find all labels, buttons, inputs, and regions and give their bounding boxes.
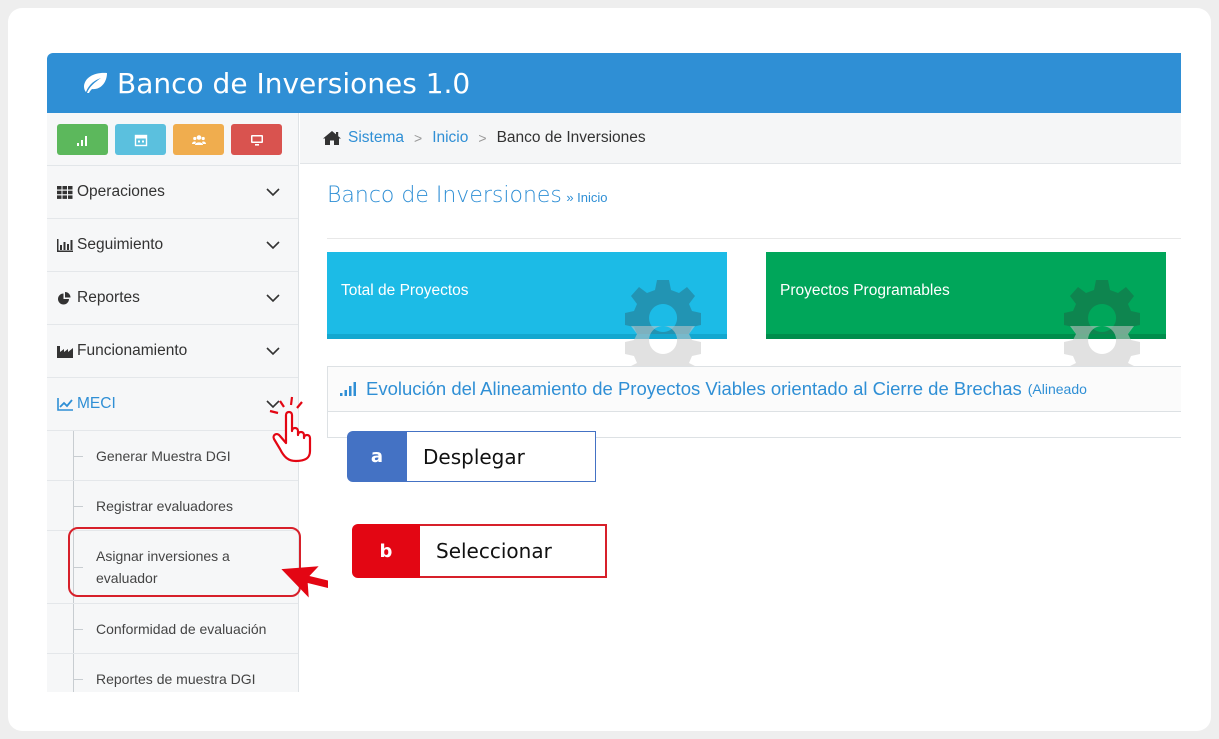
breadcrumb-current: Banco de Inversiones	[496, 129, 646, 146]
bar-chart-icon	[340, 382, 356, 396]
bar-chart-icon	[76, 135, 87, 146]
users-button[interactable]	[173, 124, 224, 155]
sidebar-item-label: MECI	[77, 395, 116, 412]
callout-text: Seleccionar	[420, 524, 607, 578]
cursor-arrow-icon	[281, 566, 328, 598]
top-bar: Banco de Inversiones 1.0	[47, 53, 1181, 113]
panel-title-suffix: (Alineado	[1027, 381, 1087, 397]
home-icon[interactable]	[322, 130, 342, 146]
callout-badge: b	[352, 524, 420, 578]
selection-highlight	[68, 527, 301, 597]
calendar-button[interactable]	[115, 124, 166, 155]
breadcrumb: Sistema > Inicio > Banco de Inversiones	[300, 113, 1181, 164]
page-title: Banco de Inversiones	[327, 183, 562, 208]
sidebar-item-seguimiento[interactable]: Seguimiento	[47, 219, 298, 272]
breadcrumb-separator-icon: >	[414, 130, 423, 146]
hand-pointer-icon	[269, 396, 312, 463]
sidebar-item-reportes[interactable]: Reportes	[47, 272, 298, 325]
bar-chart-icon	[57, 238, 73, 252]
callout-a: a Desplegar	[347, 431, 596, 482]
page-subtitle: » Inicio	[566, 190, 608, 205]
tile-label: Total de Proyectos	[341, 282, 469, 299]
alignment-panel: Evolución del Alineamiento de Proyectos …	[327, 366, 1181, 438]
chevron-down-icon	[266, 187, 280, 196]
gear-icon	[1062, 326, 1142, 366]
sidebar-item-meci[interactable]: MECI	[47, 378, 298, 431]
monitor-button[interactable]	[231, 124, 282, 155]
leaf-icon	[84, 72, 107, 93]
tile-label: Proyectos Programables	[780, 282, 950, 299]
sidebar-item-label: Operaciones	[77, 183, 165, 200]
line-chart-icon	[57, 397, 73, 411]
submenu-item-reportes-muestra[interactable]: Reportes de muestra DGI	[47, 654, 298, 692]
monitor-icon	[250, 134, 263, 146]
submenu-item-conformidad[interactable]: Conformidad de evaluación	[47, 604, 298, 654]
chevron-down-icon	[266, 293, 280, 302]
sidebar-item-label: Funcionamiento	[77, 342, 188, 359]
page-header: Banco de Inversiones » Inicio	[327, 183, 1181, 239]
sidebar-item-funcionamiento[interactable]: Funcionamiento	[47, 325, 298, 378]
quick-buttons	[47, 113, 298, 166]
sidebar-item-label: Reportes	[77, 289, 140, 306]
callout-badge: a	[347, 431, 407, 482]
submenu-item-generar-muestra[interactable]: Generar Muestra DGI	[47, 431, 298, 481]
submenu-item-registrar-evaluadores[interactable]: Registrar evaluadores	[47, 481, 298, 531]
stats-button[interactable]	[57, 124, 108, 155]
panel-title: Evolución del Alineamiento de Proyectos …	[366, 378, 1022, 399]
callout-b: b Seleccionar	[352, 524, 607, 578]
gear-icon	[623, 326, 703, 366]
sidebar-item-operaciones[interactable]: Operaciones	[47, 166, 298, 219]
sidebar-item-label: Seguimiento	[77, 236, 164, 253]
panel-header: Evolución del Alineamiento de Proyectos …	[328, 367, 1181, 412]
industry-icon	[57, 345, 73, 358]
grid-icon	[57, 185, 73, 199]
breadcrumb-separator-icon: >	[478, 130, 487, 146]
calendar-icon	[134, 134, 147, 146]
breadcrumb-sistema[interactable]: Sistema	[348, 129, 404, 147]
breadcrumb-inicio[interactable]: Inicio	[432, 129, 468, 147]
chevron-down-icon	[266, 346, 280, 355]
app-title: Banco de Inversiones 1.0	[117, 66, 471, 100]
callout-text: Desplegar	[407, 431, 596, 482]
chevron-down-icon	[266, 240, 280, 249]
main-content: Sistema > Inicio > Banco de Inversiones …	[300, 113, 1181, 692]
users-icon	[191, 134, 206, 145]
pie-chart-icon	[58, 291, 71, 304]
